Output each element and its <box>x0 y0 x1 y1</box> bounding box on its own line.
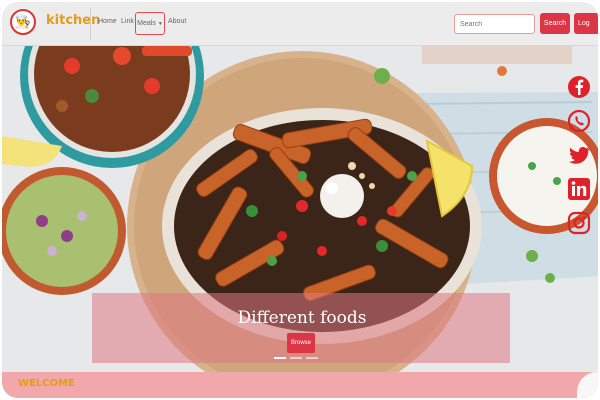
nav-divider <box>90 8 91 40</box>
carousel-indicator[interactable] <box>306 357 318 359</box>
carousel-indicator[interactable] <box>274 357 286 359</box>
page: 👨‍🍳 kitchen Home Link Meals ▼ About Sear… <box>0 0 600 400</box>
carousel-indicators <box>274 357 318 359</box>
navbar: 👨‍🍳 kitchen Home Link Meals ▼ About Sear… <box>2 2 598 46</box>
login-button[interactable]: Log <box>574 13 598 34</box>
carousel-indicator[interactable] <box>290 357 302 359</box>
instagram-icon[interactable] <box>566 210 592 236</box>
welcome-section <box>2 372 598 398</box>
brand-name[interactable]: kitchen <box>46 13 100 28</box>
nav-meals-label: Meals <box>137 20 156 27</box>
facebook-icon[interactable] <box>566 74 592 100</box>
twitter-icon[interactable] <box>566 142 592 168</box>
nav-about[interactable]: About <box>168 18 186 25</box>
search-input[interactable] <box>454 14 535 34</box>
hero-carousel[interactable]: Different foods Browse <box>2 46 598 372</box>
nav-meals-dropdown[interactable]: Meals ▼ <box>135 12 165 35</box>
chef-logo-icon[interactable]: 👨‍🍳 <box>10 9 36 35</box>
nav-link[interactable]: Link <box>121 18 134 25</box>
nav-home[interactable]: Home <box>98 18 117 25</box>
browse-button[interactable]: Browse <box>287 333 315 353</box>
search-button[interactable]: Search <box>540 13 570 34</box>
whatsapp-icon[interactable] <box>566 108 592 134</box>
caption-title: Different foods <box>237 308 367 328</box>
welcome-heading: WELCOME <box>18 378 75 389</box>
linkedin-icon[interactable] <box>566 176 592 202</box>
caret-down-icon: ▼ <box>157 20 163 27</box>
social-bar <box>564 74 594 236</box>
